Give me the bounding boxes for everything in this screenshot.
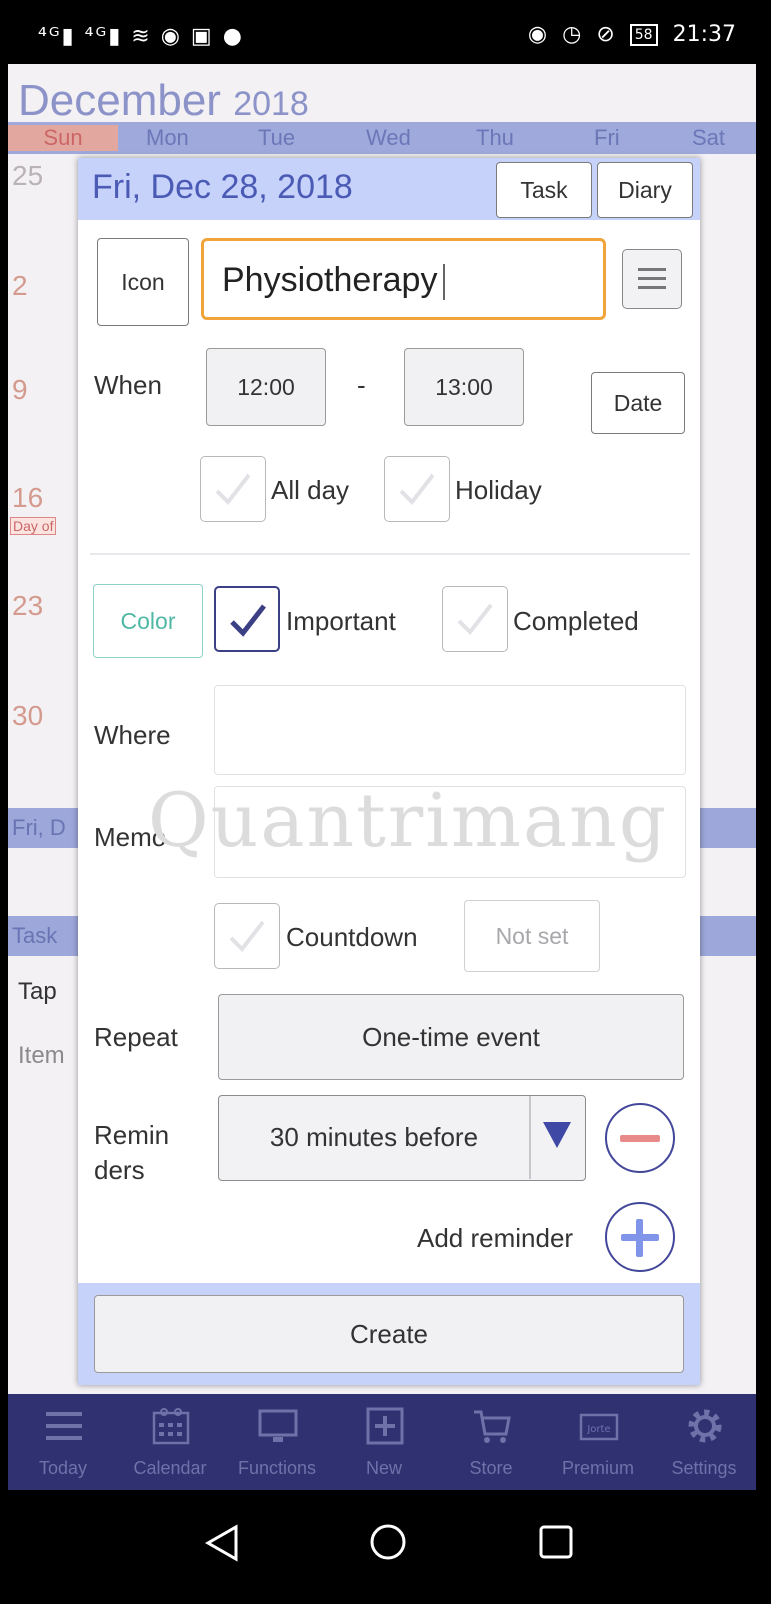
tap-hint: Tap [18,978,57,1005]
nav-store[interactable]: Store [439,1394,543,1490]
weekday-header: Sun Mon Tue Wed Thu Fri Sat [8,122,756,154]
nav-today[interactable]: Today [11,1394,115,1490]
end-time-button[interactable]: 13:00 [404,348,524,426]
check-icon [229,920,265,953]
completed-label: Completed [513,606,639,636]
all-day-label: All day [271,475,350,505]
day-number[interactable]: 9 [12,374,28,406]
list-menu-button[interactable] [622,249,682,309]
item-hint: Item [18,1042,65,1069]
reminder-select[interactable]: 30 minutes before [218,1095,586,1181]
check-icon [457,603,493,636]
cart-icon [474,1410,511,1443]
divider [90,553,690,555]
dialog-footer: Create [78,1283,700,1385]
nav-calendar[interactable]: Calendar [118,1394,222,1490]
nav-settings[interactable]: Settings [652,1394,756,1490]
remove-reminder-button[interactable] [605,1103,675,1173]
day-number[interactable]: 25 [12,160,43,192]
dropdown-arrow-icon [543,1122,571,1148]
weekday-sun: Sun [8,125,118,151]
reminder-value: 30 minutes before [269,1122,479,1152]
add-reminder-button[interactable] [605,1202,675,1272]
status-bar: ⁴ᴳ▮ ⁴ᴳ▮ ≋ ◉ ▣ ● ◉ ◷ ⊘ 58 21:37 [8,8,756,64]
day-number[interactable]: 23 [12,590,43,622]
weekday-mon: Mon [146,125,189,150]
svg-text:Jorte: Jorte [586,1424,610,1435]
status-left-icons: ⁴ᴳ▮ ⁴ᴳ▮ ≋ ◉ ▣ ● [38,24,244,49]
all-day-checkbox[interactable] [200,456,266,522]
weekday-sat: Sat [692,125,726,150]
start-time-button[interactable]: 12:00 [206,348,326,426]
event-dialog: Fri, Dec 28, 2018 Task Diary Icon Physio… [78,158,700,1385]
dialog-header: Fri, Dec 28, 2018 Task Diary [78,158,700,220]
jorte-icon: Jorte [579,1413,619,1441]
important-checkbox[interactable] [214,586,280,652]
plus-box-icon [366,1407,404,1445]
where-input[interactable] [214,685,686,775]
countdown-not-set-button[interactable]: Not set [464,900,600,972]
weekday-thu: Thu [476,125,514,150]
nav-premium[interactable]: Jorte Premium [546,1394,650,1490]
watermark: Quantrimang [148,778,669,864]
check-icon [230,604,266,637]
icon-button[interactable]: Icon [97,238,189,326]
day-number[interactable]: 16 [12,482,43,514]
weekday-wed: Wed [366,125,411,150]
calendar-month-title: December 2018 [18,76,309,125]
calendar-icon [152,1408,190,1445]
system-nav-bar [8,1490,756,1596]
check-icon [215,473,251,506]
completed-checkbox[interactable] [442,586,508,652]
monitor-icon [258,1409,298,1442]
reminders-label: Remin ders [94,1120,170,1185]
battery-indicator: 58 [629,24,658,46]
repeat-label: Repeat [94,1022,178,1052]
nav-new[interactable]: New [332,1394,436,1490]
where-label: Where [94,720,171,750]
countdown-label: Countdown [286,922,418,952]
status-right: ◉ ◷ ⊘ 58 21:37 [520,22,736,47]
holiday-label: Holiday [455,475,542,505]
text-cursor [443,264,446,301]
date-button[interactable]: Date [591,372,685,434]
time-dash: - [357,370,366,400]
repeat-button[interactable]: One-time event [218,994,684,1080]
create-button[interactable]: Create [94,1295,684,1373]
add-reminder-label[interactable]: Add reminder [417,1223,573,1254]
minus-icon [620,1135,660,1142]
menu-lines-icon [638,268,666,271]
day-off-badge: Day of [10,517,57,535]
nav-functions[interactable]: Functions [225,1394,329,1490]
important-label: Important [286,606,396,636]
check-icon [399,473,435,506]
alarm-icon: ◷ [562,22,582,47]
when-label: When [94,370,162,400]
weekday-tue: Tue [258,125,296,150]
back-icon[interactable] [204,1524,240,1562]
status-time: 21:37 [672,22,736,47]
color-button[interactable]: Color [93,584,203,658]
weekday-fri: Fri [594,125,620,150]
day-number[interactable]: 30 [12,700,43,732]
countdown-checkbox[interactable] [214,903,280,969]
eye-icon: ◉ [527,22,548,47]
recents-icon[interactable] [538,1524,574,1560]
dialog-date: Fri, Dec 28, 2018 [92,168,353,206]
task-button[interactable]: Task [496,162,592,218]
app-bottom-nav: Today Calendar Functions New Store Jorte… [8,1394,756,1490]
diary-button[interactable]: Diary [597,162,693,218]
day-number[interactable]: 2 [12,270,28,302]
menu-lines-icon [46,1412,82,1440]
holiday-checkbox[interactable] [384,456,450,522]
home-icon[interactable] [368,1522,408,1562]
gear-icon [688,1409,722,1443]
title-input[interactable]: Physiotherapy [201,238,606,320]
mute-icon: ⊘ [596,22,615,47]
